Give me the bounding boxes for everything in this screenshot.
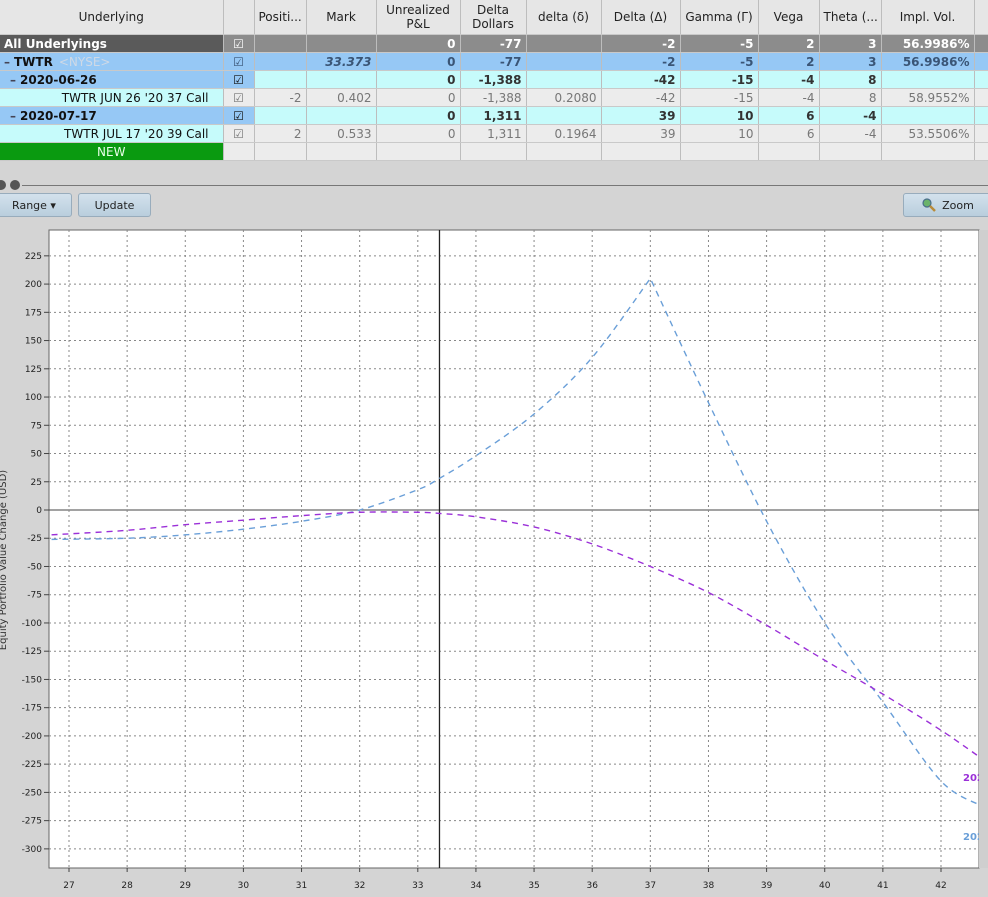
y-tick-label: 200	[25, 280, 42, 290]
y-tick-label: 75	[31, 421, 42, 431]
x-tick-label: 33	[412, 881, 423, 891]
x-tick-label: 36	[586, 881, 598, 891]
x-tick-label: 39	[761, 881, 773, 891]
chart-scrollbar	[979, 230, 988, 868]
y-tick-label: -150	[22, 675, 43, 685]
y-tick-label: 25	[31, 478, 42, 488]
x-tick-label: 40	[819, 881, 831, 891]
y-tick-label: -125	[22, 647, 42, 657]
x-tick-label: 34	[470, 881, 482, 891]
y-tick-label: -275	[22, 817, 42, 827]
x-tick-label: 29	[180, 881, 192, 891]
x-tick-label: 37	[645, 881, 656, 891]
x-tick-label: 38	[703, 881, 715, 891]
y-tick-label: 225	[25, 252, 42, 262]
x-tick-label: 42	[935, 881, 946, 891]
y-tick-label: 0	[36, 506, 42, 516]
y-tick-label: -225	[22, 760, 42, 770]
y-tick-label: -50	[27, 562, 42, 572]
y-tick-label: -100	[22, 619, 43, 629]
y-tick-label: -175	[22, 704, 42, 714]
x-tick-label: 35	[528, 881, 539, 891]
y-tick-label: 50	[31, 450, 43, 460]
y-tick-label: 125	[25, 365, 42, 375]
x-tick-label: 30	[238, 881, 250, 891]
x-tick-label: 31	[296, 881, 307, 891]
y-tick-label: -250	[22, 788, 43, 798]
pnl-chart: Equity Portfolio Value Change (USD) 225 20…	[0, 229, 988, 891]
y-tick-label: 100	[25, 393, 42, 403]
x-tick-label: 27	[63, 881, 74, 891]
y-tick-label: -300	[22, 845, 43, 855]
plot-area	[48, 229, 980, 869]
x-tick-label: 32	[354, 881, 365, 891]
y-tick-label: -25	[27, 534, 42, 544]
y-tick-label: -75	[27, 591, 42, 601]
y-tick-label: 175	[25, 308, 42, 318]
y-tick-label: -200	[22, 732, 43, 742]
x-tick-label: 41	[877, 881, 888, 891]
y-tick-label: 150	[25, 337, 42, 347]
y-axis-label: Equity Portfolio Value Change (USD)	[0, 470, 9, 650]
x-tick-label: 28	[121, 881, 133, 891]
